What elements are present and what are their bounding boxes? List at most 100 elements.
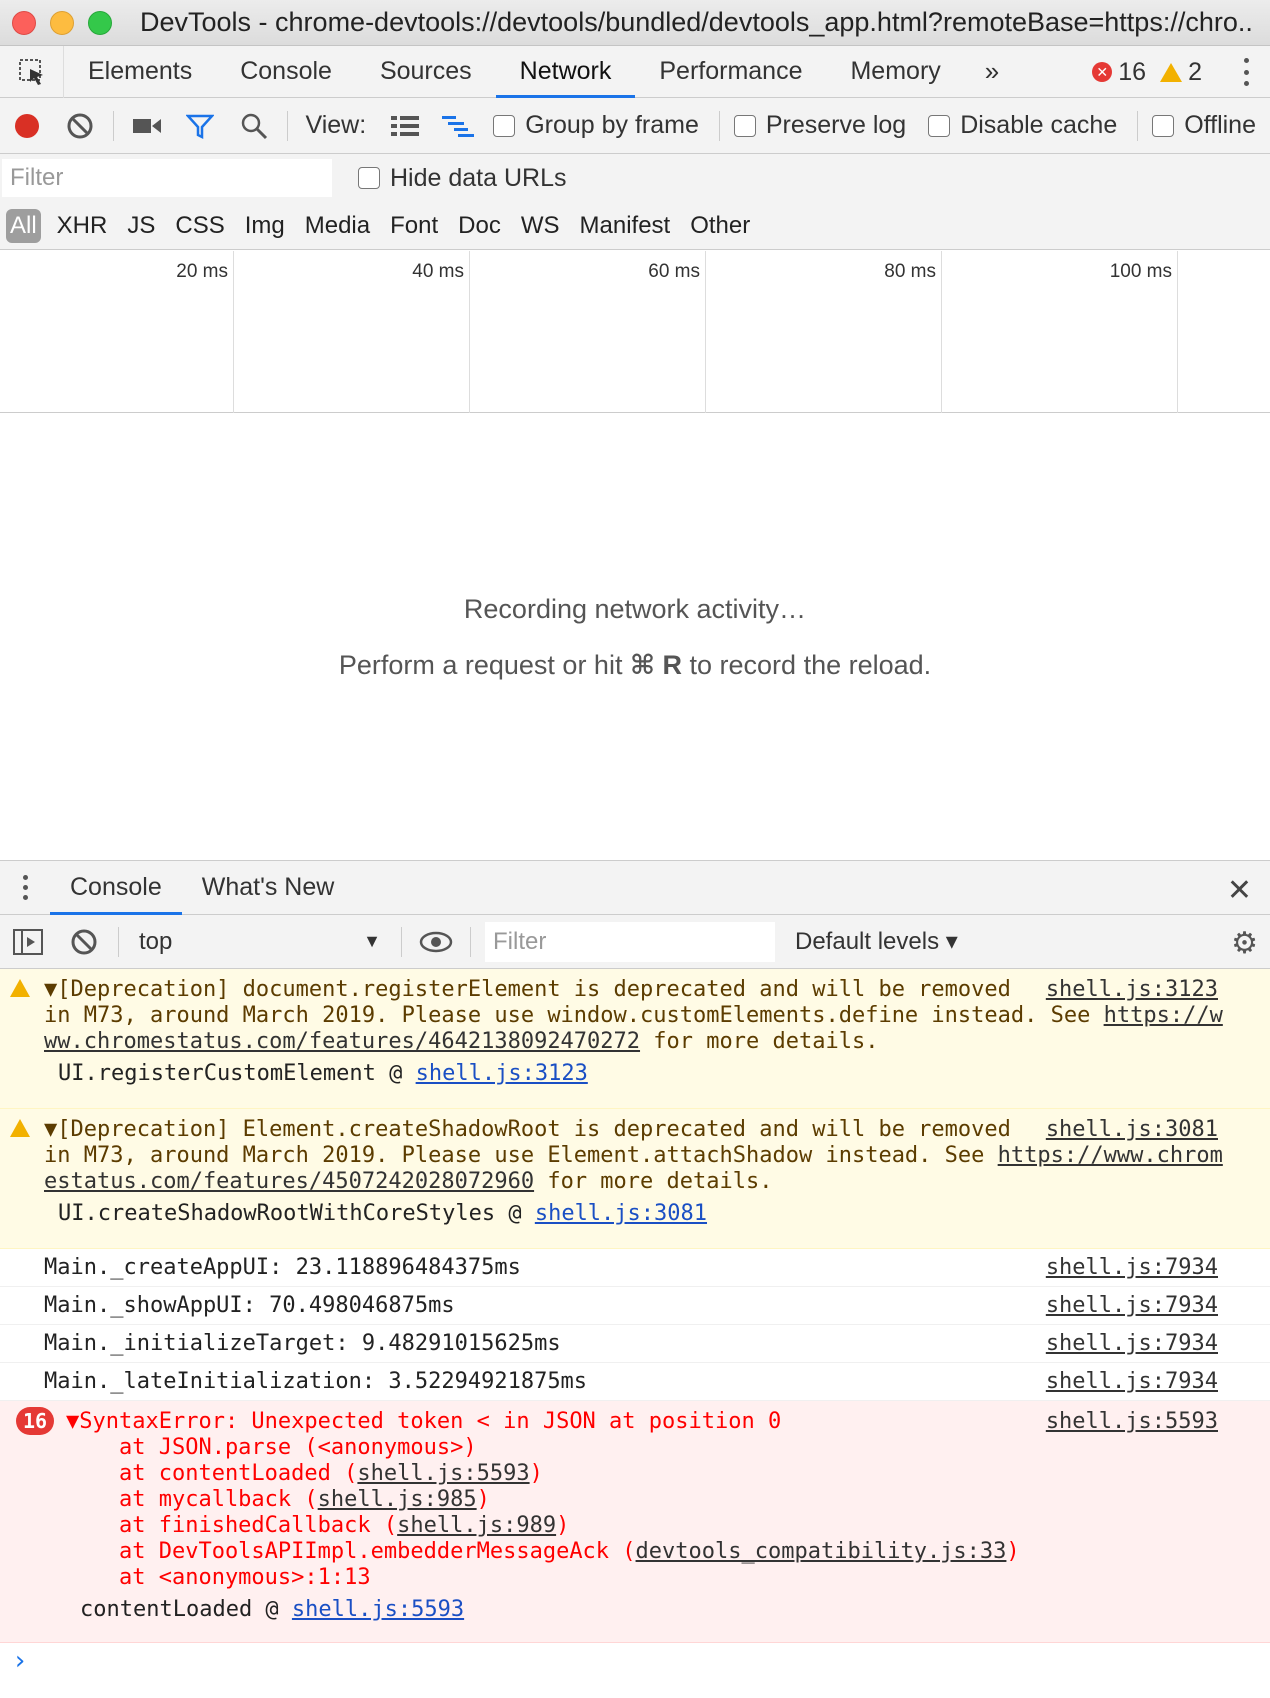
timeline-tick-label: 20 ms <box>176 261 228 282</box>
tab-memory[interactable]: Memory <box>826 46 964 98</box>
drawer-tab-console[interactable]: Console <box>50 861 182 915</box>
disable-cache-checkbox[interactable]: Disable cache <box>928 111 1117 140</box>
console-log-message: Main._lateInitialization: 3.52294921875m… <box>0 1363 1270 1401</box>
customize-menu-icon[interactable] <box>1244 58 1250 86</box>
source-link[interactable]: shell.js:3123 <box>1046 977 1218 1002</box>
type-filter-js[interactable]: JS <box>117 212 165 240</box>
error-count: 16 <box>1118 57 1147 86</box>
checkbox-box[interactable] <box>928 114 951 137</box>
stack-frame-link[interactable]: shell.js:5593 <box>357 1461 529 1486</box>
type-filter-ws[interactable]: WS <box>511 212 570 240</box>
drawer-menu-icon[interactable] <box>0 875 50 900</box>
stack-trace: UI.registerCustomElement @ shell.js:3123 <box>44 1061 1270 1087</box>
clear-button[interactable] <box>54 98 108 154</box>
checkbox-box[interactable] <box>358 167 380 189</box>
drawer-tab-whats-new[interactable]: What's New <box>182 861 355 915</box>
large-rows-button[interactable] <box>378 98 432 154</box>
offline-checkbox[interactable]: Offline <box>1152 111 1256 140</box>
type-filter-css[interactable]: CSS <box>165 212 234 240</box>
more-tabs-button[interactable]: » <box>965 46 1019 98</box>
message-text-segment: in M73, around March 2019. Please use El… <box>44 1143 998 1168</box>
issue-counts[interactable]: ✕ 16 2 <box>1092 46 1202 98</box>
window-titlebar: DevTools - chrome-devtools://devtools/bu… <box>0 0 1270 46</box>
console-filter-input[interactable]: Filter <box>485 921 775 962</box>
type-filter-other[interactable]: Other <box>680 212 760 240</box>
stack-frame-text: at finishedCallback ( <box>66 1513 398 1538</box>
message-text-segment: in M73, around March 2019. Please use wi… <box>44 1003 1104 1028</box>
repeat-count-badge: 16 <box>16 1407 54 1435</box>
tab-sources[interactable]: Sources <box>356 46 496 98</box>
overview-button[interactable] <box>432 98 486 154</box>
source-link[interactable]: shell.js:7934 <box>1046 1255 1218 1280</box>
timeline-tick-label: 100 ms <box>1109 261 1172 282</box>
type-filter-manifest[interactable]: Manifest <box>570 212 681 240</box>
trace-source-link[interactable]: shell.js:3081 <box>535 1201 707 1226</box>
record-button[interactable] <box>0 98 54 154</box>
network-filter-input[interactable]: Filter <box>2 159 332 197</box>
log-levels-dropdown[interactable]: Default levels ▾ <box>795 927 958 956</box>
inspect-element-button[interactable] <box>0 45 64 98</box>
clear-icon <box>67 113 93 138</box>
message-text-segment: for more details. <box>534 1169 773 1194</box>
source-link[interactable]: shell.js:7934 <box>1046 1293 1218 1318</box>
type-filter-doc[interactable]: Doc <box>448 212 511 240</box>
group-by-frame-label: Group by frame <box>525 111 699 139</box>
source-link[interactable]: shell.js:5593 <box>1046 1409 1218 1434</box>
checkbox-box[interactable] <box>1152 114 1175 137</box>
source-link[interactable]: shell.js:7934 <box>1046 1331 1218 1356</box>
recording-message: Recording network activity… <box>463 594 807 624</box>
zoom-window-button[interactable] <box>88 10 112 35</box>
group-by-frame-checkbox[interactable]: Group by frame <box>493 111 699 140</box>
source-link[interactable]: shell.js:3081 <box>1046 1117 1218 1142</box>
show-sidebar-button[interactable] <box>0 914 56 970</box>
stack-frame-link[interactable]: shell.js:989 <box>397 1513 556 1538</box>
timeline-tick-label: 80 ms <box>884 261 936 282</box>
checkbox-box[interactable] <box>493 114 516 137</box>
tab-performance[interactable]: Performance <box>635 46 826 98</box>
close-window-button[interactable] <box>12 10 36 35</box>
main-tabbar: Elements Console Sources Network Perform… <box>0 45 1270 98</box>
hide-data-urls-checkbox[interactable]: Hide data URLs <box>358 164 566 193</box>
warning-count: 2 <box>1188 57 1202 86</box>
gear-icon[interactable]: ⚙ <box>1231 926 1258 961</box>
chromestatus-link[interactable]: https://www.chrom <box>998 1143 1223 1168</box>
type-filter-img[interactable]: Img <box>235 212 295 240</box>
search-button[interactable] <box>227 98 281 154</box>
console-toolbar: top ▼ Filter Default levels ▾ ⚙ <box>0 915 1270 969</box>
warning-icon <box>10 1119 30 1137</box>
clear-console-button[interactable] <box>56 914 112 970</box>
trace-source-link[interactable]: shell.js:5593 <box>292 1597 464 1622</box>
network-filter-bar: Filter Hide data URLs <box>0 154 1270 202</box>
live-expression-button[interactable] <box>408 914 464 970</box>
tab-elements[interactable]: Elements <box>64 46 216 98</box>
tab-network[interactable]: Network <box>495 46 636 98</box>
chromestatus-link[interactable]: estatus.com/features/4507242028072960 <box>44 1169 534 1194</box>
network-overview-timeline[interactable]: 20 ms 40 ms 60 ms 80 ms 100 ms <box>0 251 1270 413</box>
window-title: DevTools - chrome-devtools://devtools/bu… <box>140 7 1255 37</box>
preserve-log-checkbox[interactable]: Preserve log <box>733 111 906 140</box>
view-label: View: <box>305 111 367 139</box>
capture-screenshots-button[interactable] <box>120 98 174 154</box>
context-selector[interactable]: top ▼ <box>125 928 395 956</box>
trace-source-link[interactable]: shell.js:3123 <box>416 1061 588 1086</box>
chromestatus-link[interactable]: ww.chromestatus.com/features/46421380924… <box>44 1029 640 1054</box>
console-prompt[interactable]: › <box>12 1646 28 1676</box>
source-link[interactable]: shell.js:7934 <box>1046 1369 1218 1394</box>
stack-frame-text: at contentLoaded ( <box>66 1461 358 1486</box>
console-warning-message: shell.js:3123 ▼[Deprecation] document.re… <box>0 969 1270 1109</box>
error-icon: ✕ <box>1092 62 1113 82</box>
stack-frame-link[interactable]: devtools_compatibility.js:33 <box>636 1539 1007 1564</box>
tab-console[interactable]: Console <box>216 46 356 98</box>
type-filter-media[interactable]: Media <box>295 212 380 240</box>
minimize-window-button[interactable] <box>50 10 74 35</box>
type-filter-font[interactable]: Font <box>380 212 448 240</box>
chromestatus-link[interactable]: https://w <box>1104 1003 1223 1028</box>
filter-toggle-button[interactable] <box>174 98 228 154</box>
type-filter-xhr[interactable]: XHR <box>47 212 118 240</box>
checkbox-box[interactable] <box>733 114 756 137</box>
type-filter-all[interactable]: All <box>6 208 41 243</box>
stack-frame-text: at mycallback ( <box>66 1487 318 1512</box>
close-drawer-icon[interactable]: ✕ <box>1227 873 1252 908</box>
stack-frame-text: ) <box>476 1487 490 1512</box>
stack-frame-link[interactable]: shell.js:985 <box>318 1487 477 1512</box>
